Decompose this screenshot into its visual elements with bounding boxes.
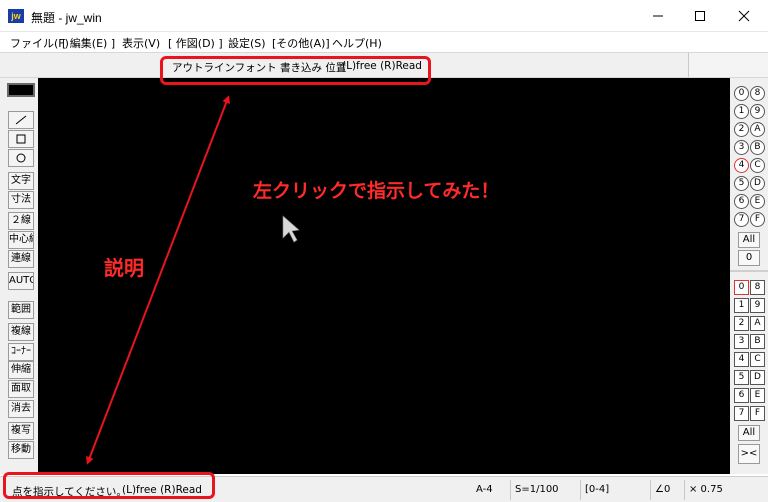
status-highlight [3,472,215,499]
canvas-annotation: 左クリックで指示してみた！ [253,180,500,202]
mouse-pointer-icon [282,215,300,243]
control-bar-highlight [160,56,431,85]
explanation-annotation: 説明 [104,256,144,280]
